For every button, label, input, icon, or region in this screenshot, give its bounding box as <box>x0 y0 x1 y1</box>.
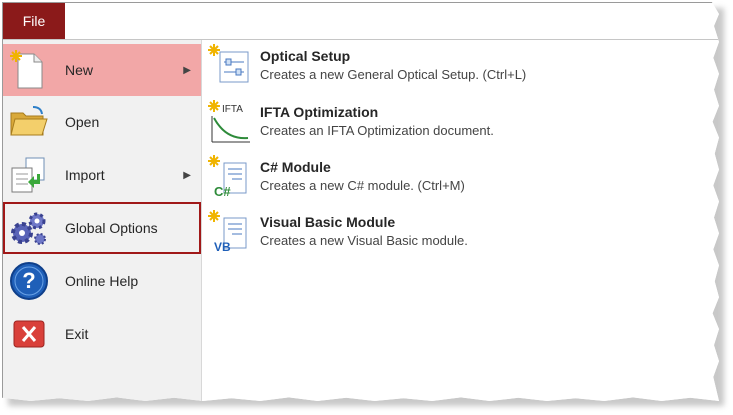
submenu-item-description: Creates an IFTA Optimization document. <box>260 123 494 138</box>
menu-item-import-label: Import <box>65 167 105 183</box>
new-document-icon <box>7 48 51 92</box>
menu-item-exit[interactable]: Exit <box>3 308 201 360</box>
menu-item-open[interactable]: Open <box>3 96 201 148</box>
submenu-item-title: Optical Setup <box>260 48 351 64</box>
submenu-arrow-icon: ▶ <box>183 64 191 76</box>
submenu-item-title: IFTA Optimization <box>260 104 379 120</box>
csharp-module-icon: C# <box>208 155 252 199</box>
backstage-menu: New ▶ Open Import ▶ Global Options ? Onl… <box>3 40 202 401</box>
submenu-item-title: Visual Basic Module <box>260 214 396 230</box>
vb-icon-text: VB <box>214 240 231 254</box>
menu-item-global-options[interactable]: Global Options <box>3 202 201 254</box>
submenu-arrow-icon: ▶ <box>183 169 191 181</box>
submenu-item-visual-basic-module[interactable]: VB Visual Basic Module Creates a new Vis… <box>208 210 468 260</box>
submenu-item-csharp-module[interactable]: C# C# Module Creates a new C# module. (C… <box>208 155 465 205</box>
exit-icon <box>7 312 51 356</box>
ribbon-bar: File <box>3 3 719 40</box>
menu-item-global-options-label: Global Options <box>65 220 158 236</box>
gears-icon <box>7 206 51 250</box>
menu-item-online-help[interactable]: ? Online Help <box>3 255 201 307</box>
import-icon <box>7 153 51 197</box>
submenu-item-description: Creates a new C# module. (Ctrl+M) <box>260 178 465 193</box>
ifta-icon-text: IFTA <box>222 104 243 115</box>
menu-item-import[interactable]: Import ▶ <box>3 149 201 201</box>
vb-module-icon: VB <box>208 210 252 254</box>
menu-item-new-label: New <box>65 62 94 78</box>
svg-text:?: ? <box>22 268 35 293</box>
submenu-item-description: Creates a new General Optical Setup. (Ct… <box>260 67 527 82</box>
new-submenu-panel: Optical Setup Creates a new General Opti… <box>202 40 719 401</box>
menu-item-new[interactable]: New ▶ <box>3 44 201 96</box>
menu-item-exit-label: Exit <box>65 326 89 342</box>
optical-setup-icon <box>208 44 252 88</box>
submenu-item-optical-setup[interactable]: Optical Setup Creates a new General Opti… <box>208 44 526 94</box>
file-tab[interactable]: File <box>3 3 65 39</box>
submenu-item-description: Creates a new Visual Basic module. <box>260 233 468 248</box>
submenu-item-title: C# Module <box>260 159 331 175</box>
menu-item-online-help-label: Online Help <box>65 273 139 289</box>
csharp-icon-text: C# <box>214 184 231 199</box>
menu-item-open-label: Open <box>65 114 100 130</box>
submenu-item-ifta-optimization[interactable]: IFTA IFTA Optimization Creates an IFTA O… <box>208 100 494 150</box>
help-icon: ? <box>7 259 51 303</box>
backstage-window: File New ▶ Open Import ▶ Global Options … <box>2 2 719 401</box>
ifta-icon: IFTA <box>208 100 252 144</box>
folder-open-icon <box>7 100 51 144</box>
